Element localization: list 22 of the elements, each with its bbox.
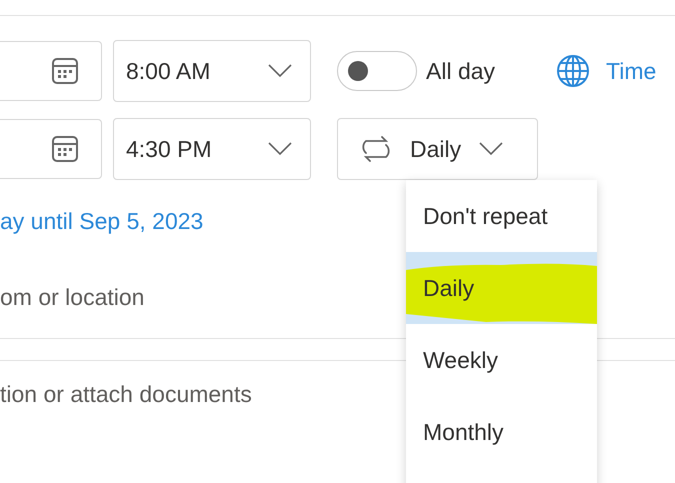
chevron-down-icon	[479, 142, 504, 156]
menu-item[interactable]: Daily	[406, 252, 597, 324]
menu-item[interactable]: Monthly	[406, 396, 597, 468]
location-field[interactable]: om or location	[0, 282, 300, 312]
description-field[interactable]: tion or attach documents	[0, 379, 380, 409]
repeat-dropdown[interactable]: Daily	[337, 118, 538, 180]
globe-icon	[556, 54, 590, 88]
calendar-icon	[51, 57, 79, 85]
menu-item[interactable]: Weekly	[406, 324, 597, 396]
time-dropdown[interactable]: 4:30 PM	[113, 118, 311, 180]
date-field[interactable]	[0, 41, 102, 101]
time-zone-link[interactable]: Time	[556, 54, 656, 88]
toggle-label: All day	[426, 58, 496, 84]
time-dropdown[interactable]: 8:00 AM	[113, 40, 311, 102]
toggle-switch[interactable]	[337, 51, 417, 91]
recurrence-link[interactable]: ay until Sep 5, 2023	[0, 206, 204, 236]
chevron-down-icon	[268, 142, 292, 156]
chevron-down-icon	[268, 64, 292, 78]
calendar-icon	[51, 135, 79, 163]
date-field[interactable]	[0, 119, 102, 179]
repeat-icon	[360, 135, 392, 163]
menu-item[interactable]: Don't repeat	[406, 180, 597, 252]
